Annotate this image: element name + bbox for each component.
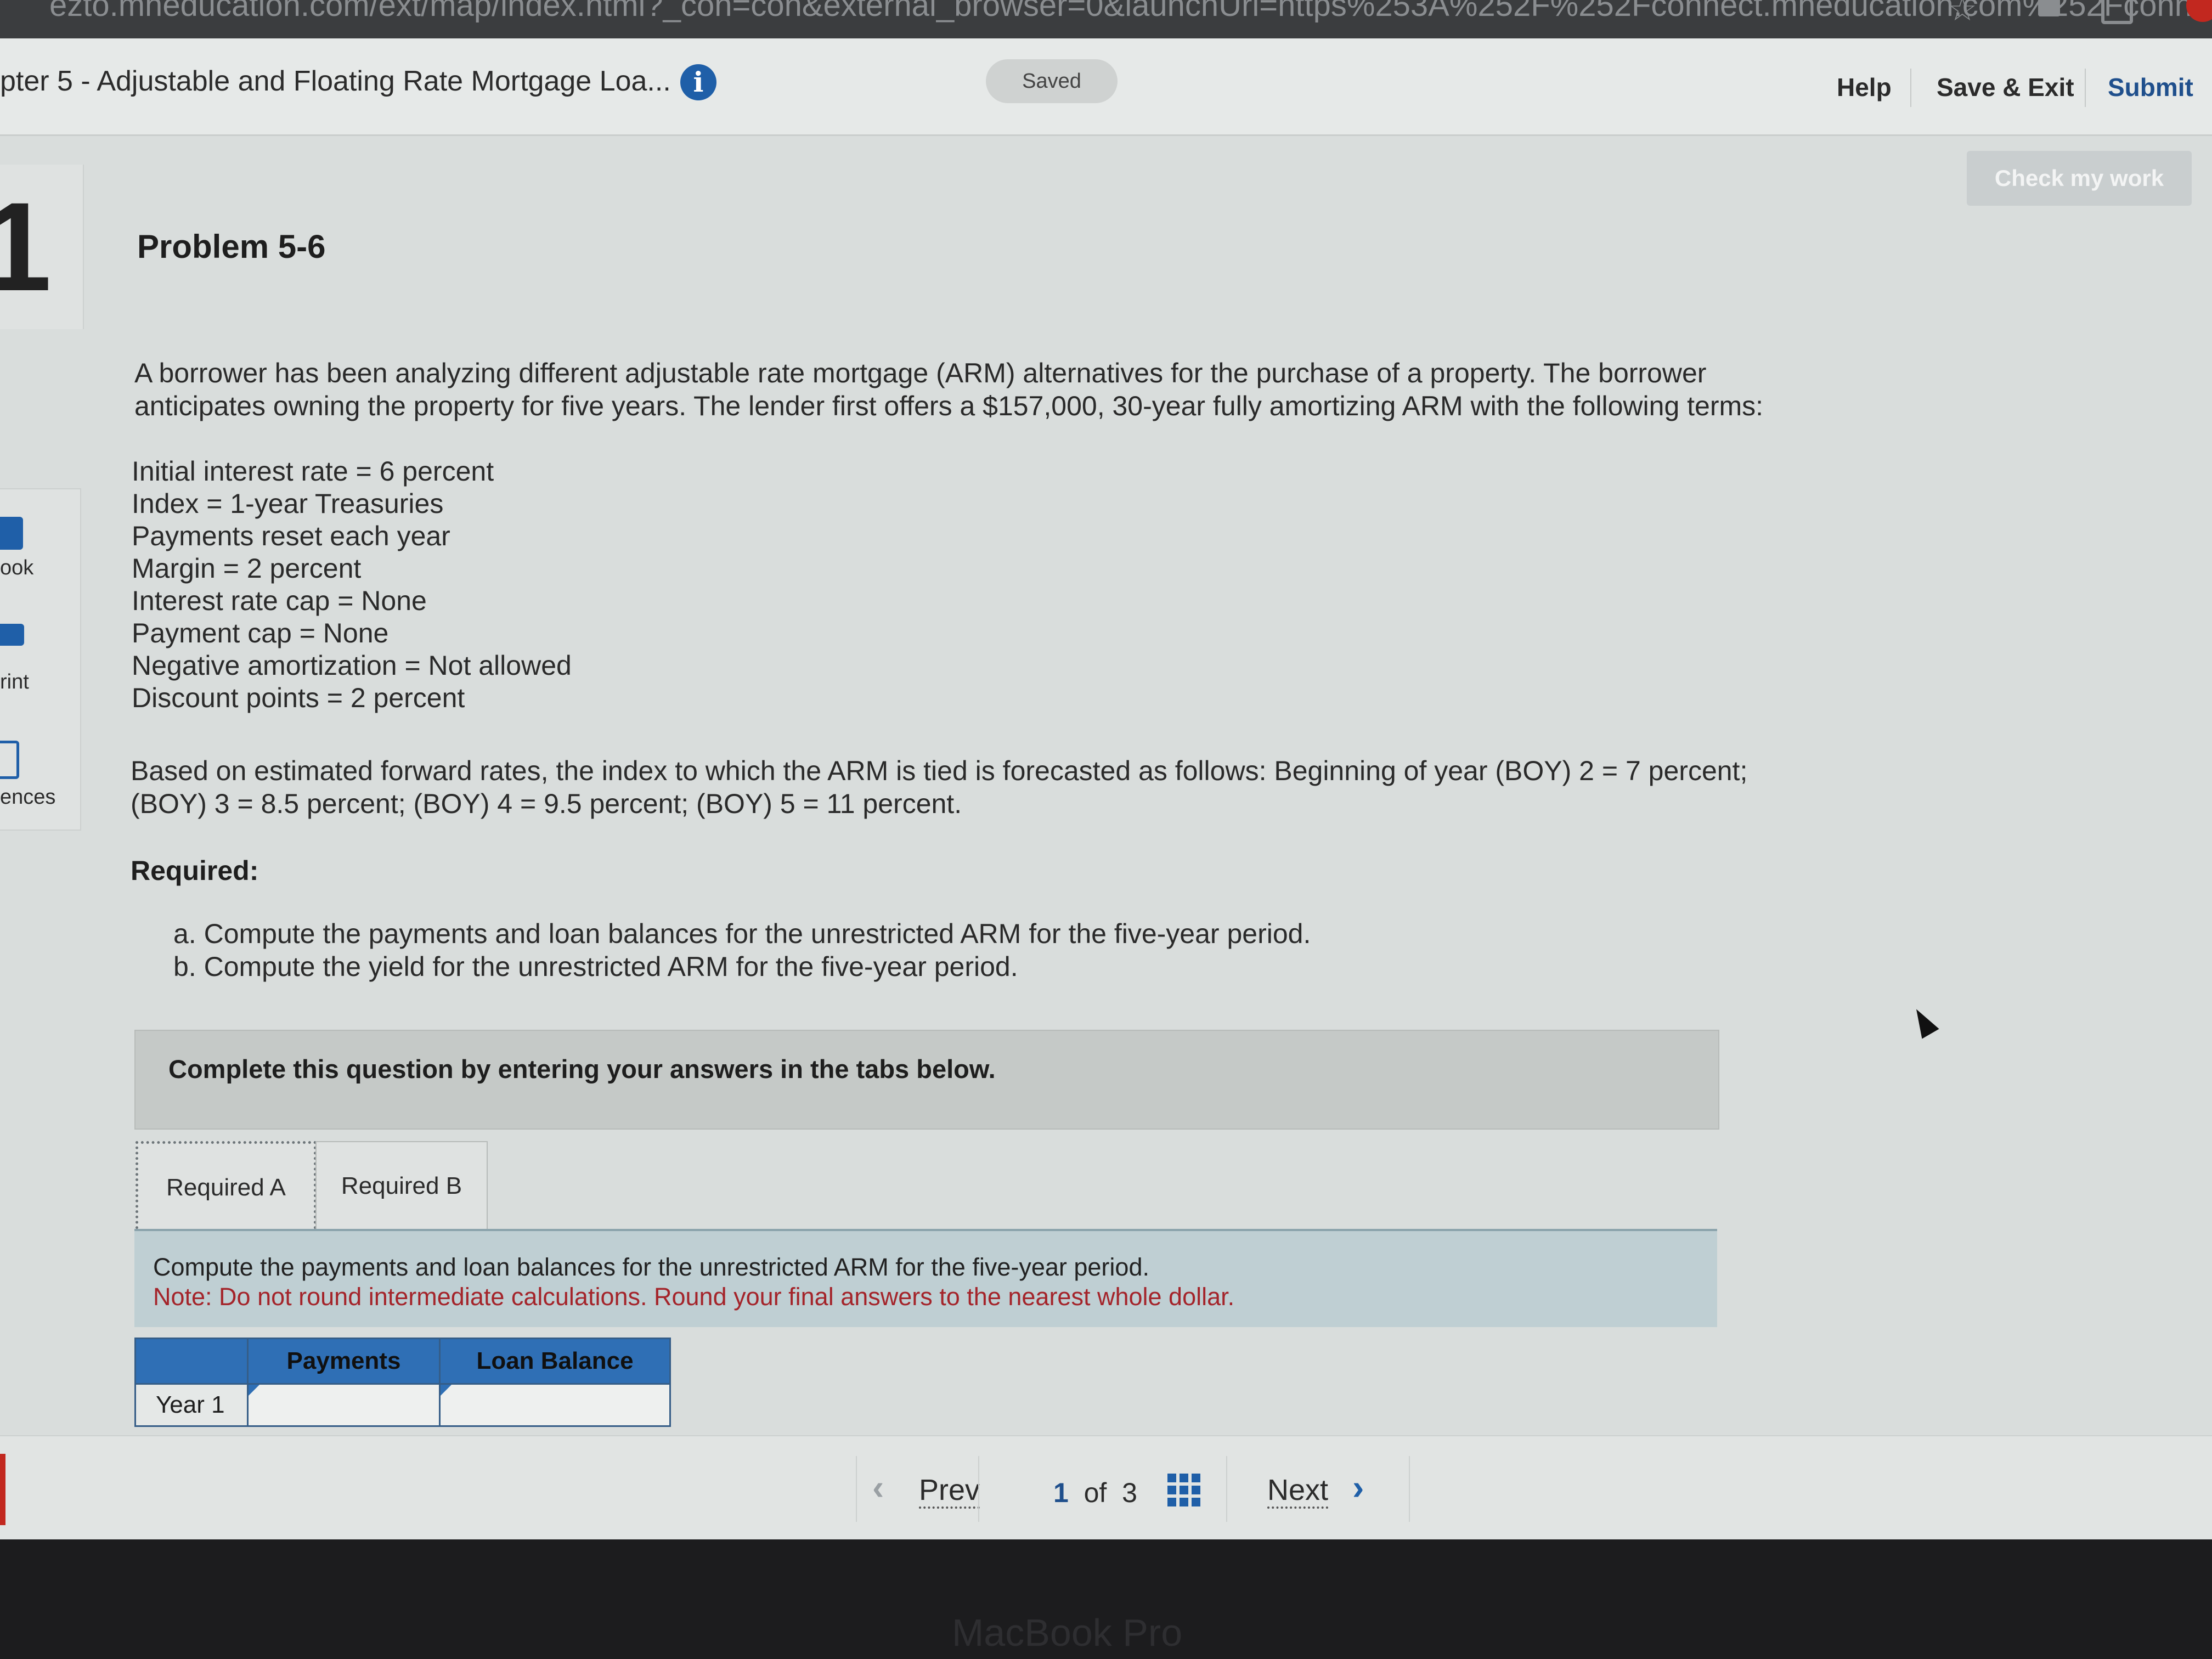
submit-button[interactable]: Submit [2108,72,2193,102]
intro-line: anticipates owning the property for five… [134,391,1764,421]
help-button[interactable]: Help [1837,72,1892,102]
table-header-loan-balance: Loan Balance [439,1338,671,1385]
complete-instructions-text: Complete this question by entering your … [168,1054,996,1084]
term-item: Payment cap = None [132,618,389,648]
term-item: Margin = 2 percent [132,553,362,584]
footer-divider [856,1456,857,1522]
laptop-bezel: MacBook Pro [0,1539,2212,1659]
term-item: Interest rate cap = None [132,585,427,616]
instruction-text: Compute the payments and loan balances f… [153,1253,1149,1281]
problem-title: Problem 5-6 [137,228,326,265]
chevron-right-icon[interactable]: › [1352,1467,1364,1508]
term-item: Index = 1-year Treasuries [132,488,444,519]
save-exit-button[interactable]: Save & Exit [1937,72,2074,102]
table-header-row: Payments Loan Balance [134,1338,671,1385]
header-divider [1910,69,1911,107]
footer-accent [0,1454,5,1525]
check-my-work-button[interactable]: Check my work [1967,151,2192,206]
forecast-line: Based on estimated forward rates, the in… [131,755,1748,786]
info-icon[interactable]: i [680,64,716,100]
tab-required-a[interactable]: Required A [136,1141,317,1234]
term-item: Initial interest rate = 6 percent [132,456,494,487]
tab-required-b[interactable]: Required B [315,1141,488,1230]
loan-balance-input[interactable] [439,1383,671,1427]
page-of: of [1084,1477,1107,1508]
term-item: Discount points = 2 percent [132,682,465,713]
rounding-note: Note: Do not round intermediate calculat… [153,1283,1235,1311]
terms-list: Initial interest rate = 6 percent Index … [132,455,572,714]
page-indicator: 1 of 3 [1053,1477,1137,1509]
required-label: Required: [131,855,259,886]
references-label[interactable]: ences [0,786,55,809]
mouse-cursor-icon [1908,1004,1939,1039]
intro-line: A borrower has been analyzing different … [134,358,1707,388]
footer-navigation: ‹ Prev 1 of 3 Next › [0,1435,2212,1541]
device-label: MacBook Pro [952,1611,1183,1654]
extension-icon[interactable] [2038,0,2060,16]
page-current: 1 [1053,1477,1069,1508]
next-button[interactable]: Next [1267,1474,1329,1509]
payments-input[interactable] [247,1383,441,1427]
header-divider [2085,69,2086,107]
required-list: a. Compute the payments and loan balance… [173,917,1311,983]
saved-badge: Saved [986,59,1118,103]
table-row: Year 1 [134,1383,671,1427]
print-label[interactable]: rint [0,670,29,694]
ebook-icon[interactable] [0,517,23,550]
extension-icon[interactable] [2101,0,2133,24]
bookmark-star-icon[interactable]: ☆ [1948,0,1977,29]
app-header: pter 5 - Adjustable and Floating Rate Mo… [0,38,2212,136]
left-rail: 1 ook rint ences [0,154,88,845]
term-item: Negative amortization = Not allowed [132,650,572,681]
assignment-title: pter 5 - Adjustable and Floating Rate Mo… [0,65,671,97]
required-item: b. Compute the yield for the unrestricte… [173,951,1018,982]
tool-panel: ook rint ences [0,488,81,831]
ebook-label[interactable]: ook [0,556,33,580]
problem-intro: A borrower has been analyzing different … [134,357,1763,422]
required-item: a. Compute the payments and loan balance… [173,918,1311,949]
footer-divider [978,1456,979,1522]
footer-divider [1409,1456,1410,1522]
table-header-payments: Payments [247,1338,441,1385]
page-total: 3 [1122,1477,1137,1508]
table-header-blank [134,1338,249,1385]
forecast-line: (BOY) 3 = 8.5 percent; (BOY) 4 = 9.5 per… [131,788,962,819]
chevron-left-icon[interactable]: ‹ [872,1467,884,1508]
browser-url-bar[interactable]: ezto.mheducation.com/ext/map/index.html?… [0,0,2212,38]
footer-divider [1226,1456,1227,1522]
url-text[interactable]: ezto.mheducation.com/ext/map/index.html?… [49,0,2212,24]
forecast-text: Based on estimated forward rates, the in… [131,754,1747,820]
print-icon[interactable] [0,624,24,646]
term-item: Payments reset each year [132,521,450,551]
tab-instructions: Compute the payments and loan balances f… [134,1229,1717,1327]
question-number: 1 [0,165,84,329]
row-label-year: Year 1 [134,1383,249,1427]
references-icon[interactable] [0,741,19,779]
prev-button[interactable]: Prev [919,1474,980,1509]
complete-instructions-box: Complete this question by entering your … [134,1030,1719,1130]
answer-table: Payments Loan Balance Year 1 [134,1338,671,1427]
question-grid-icon[interactable] [1167,1474,1200,1506]
